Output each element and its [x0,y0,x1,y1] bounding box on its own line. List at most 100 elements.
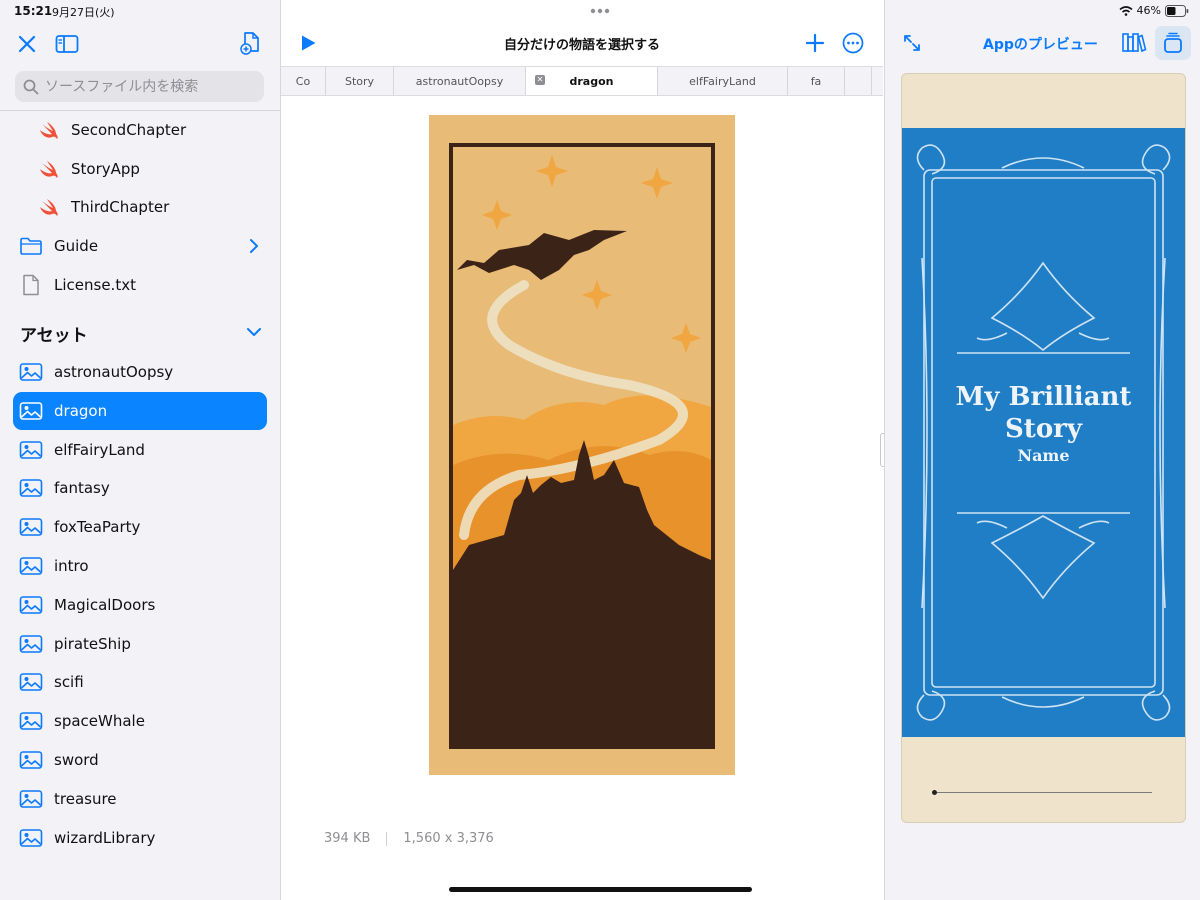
asset-row-sword[interactable]: sword [13,741,267,779]
sidebar: 15:21 9月27日(火) SecondChapter StoryApp Th… [0,0,281,900]
window-mode-button[interactable] [1155,26,1191,60]
asset-label: MagicalDoors [54,595,156,614]
asset-label: pirateShip [54,634,131,653]
status-indicators: 46% [1119,4,1189,17]
file-row-storyapp[interactable]: StoryApp [13,150,267,188]
asset-row-treasure[interactable]: treasure [13,780,267,818]
folder-icon [18,233,44,259]
plus-icon [805,33,825,53]
expand-button[interactable] [899,30,925,56]
asset-row-fantasy[interactable]: fantasy [13,469,267,507]
file-label: ThirdChapter [71,198,170,216]
image-asset-icon [18,359,44,385]
tab-elffairyland[interactable]: elfFairyLand [658,67,788,95]
folder-row-guide[interactable]: Guide [13,227,267,265]
add-button[interactable] [802,30,828,56]
image-asset-icon [18,825,44,851]
play-icon [302,35,316,51]
asset-label: intro [54,557,89,575]
asset-row-intro[interactable]: intro [13,547,267,585]
app-preview-screen: My Brilliant Story Name [901,73,1186,823]
asset-row-foxteaparty[interactable]: foxTeaParty [13,508,267,546]
tab-dragon[interactable]: ✕ dragon [526,67,658,95]
cover-subtitle: Name [1017,446,1070,465]
image-asset-icon [18,747,44,773]
tab-co[interactable]: Co [281,67,326,95]
tab-label: Co [295,74,311,88]
asset-row-dragon[interactable]: dragon [13,391,267,430]
tab-label: elfFairyLand [689,74,756,88]
close-icon [18,35,36,53]
asset-label: scifi [54,673,84,692]
image-dimensions: 1,560 x 3,376 [403,831,494,846]
wifi-icon [1119,5,1133,16]
book-cover[interactable]: My Brilliant Story Name [902,128,1185,737]
stacked-windows-icon [1164,32,1182,53]
file-row-secondchapter[interactable]: SecondChapter [13,111,267,149]
new-file-button[interactable] [238,30,264,56]
chevron-down-icon[interactable] [246,327,262,337]
books-icon [1122,33,1147,53]
library-button[interactable] [1120,28,1148,56]
asset-row-spacewhale[interactable]: spaceWhale [13,702,267,740]
asset-row-wizardlibrary[interactable]: wizardLibrary [13,819,267,857]
asset-label: wizardLibrary [54,828,156,847]
asset-label: sword [54,751,99,769]
editor-pane: 自分だけの物語を選択する Co Story astronautOopsy ✕ d… [281,0,883,900]
swift-file-icon [35,117,61,143]
battery-icon [1165,4,1189,17]
expand-arrows-icon [904,35,920,51]
asset-row-magicaldoors[interactable]: MagicalDoors [13,586,267,624]
status-date: 9月27日(火) [52,6,115,19]
cover-title-line-1: My Brilliant [955,382,1132,412]
tab-fa[interactable]: fa [788,67,845,95]
asset-meta: 394 KB 1,560 x 3,376 [324,831,494,846]
run-button[interactable] [295,30,321,56]
image-asset-icon [18,475,44,501]
asset-label: elfFairyLand [54,440,145,459]
preview-title[interactable]: Appのプレビュー [983,34,1098,54]
file-row-license[interactable]: License.txt [13,266,267,304]
asset-row-pirateship[interactable]: pirateShip [13,625,267,663]
search-input[interactable] [43,77,257,96]
asset-row-astronautoopsy[interactable]: astronautOopsy [13,353,267,391]
tab-close-icon[interactable]: ✕ [535,75,545,85]
tab-label: Story [344,74,375,88]
file-row-thirdchapter[interactable]: ThirdChapter [13,188,267,226]
assets-section-title: アセット [20,326,88,346]
more-button[interactable] [840,30,866,56]
dragon-image [429,115,735,775]
image-asset-icon [18,553,44,579]
folder-label: Guide [54,237,99,255]
asset-label: fantasy [54,479,110,498]
battery-percent: 46% [1136,4,1161,17]
image-asset-icon [18,592,44,618]
preview-pane: 46% Appのプレビュー My Brilliant Story Name [884,0,1200,900]
asset-label: treasure [54,789,117,808]
file-size: 394 KB [324,831,371,846]
multitask-dots-icon[interactable] [590,8,610,14]
asset-label: astronautOopsy [54,363,174,381]
page-progress-track[interactable] [934,792,1152,793]
tab-overflow[interactable] [845,67,872,95]
asset-label: dragon [54,401,108,420]
tab-astronautoopsy[interactable]: astronautOopsy [394,67,526,95]
ellipsis-circle-icon [842,32,864,54]
close-button[interactable] [14,31,40,57]
file-label: License.txt [54,276,136,294]
search-icon [23,79,39,94]
asset-row-scifi[interactable]: scifi [13,663,267,701]
image-asset-icon [18,437,44,463]
image-asset-icon [18,786,44,812]
new-file-icon [240,32,259,55]
tab-label: dragon [569,74,614,88]
asset-row-elffairyland[interactable]: elfFairyLand [13,431,267,469]
search-field[interactable] [15,71,264,102]
page-progress-thumb[interactable] [932,790,937,795]
tab-story[interactable]: Story [326,67,394,95]
text-file-icon [18,272,44,298]
image-asset-icon [18,708,44,734]
swift-file-icon [35,194,61,220]
toggle-sidebar-button[interactable] [54,31,80,57]
swift-file-icon [35,156,61,182]
